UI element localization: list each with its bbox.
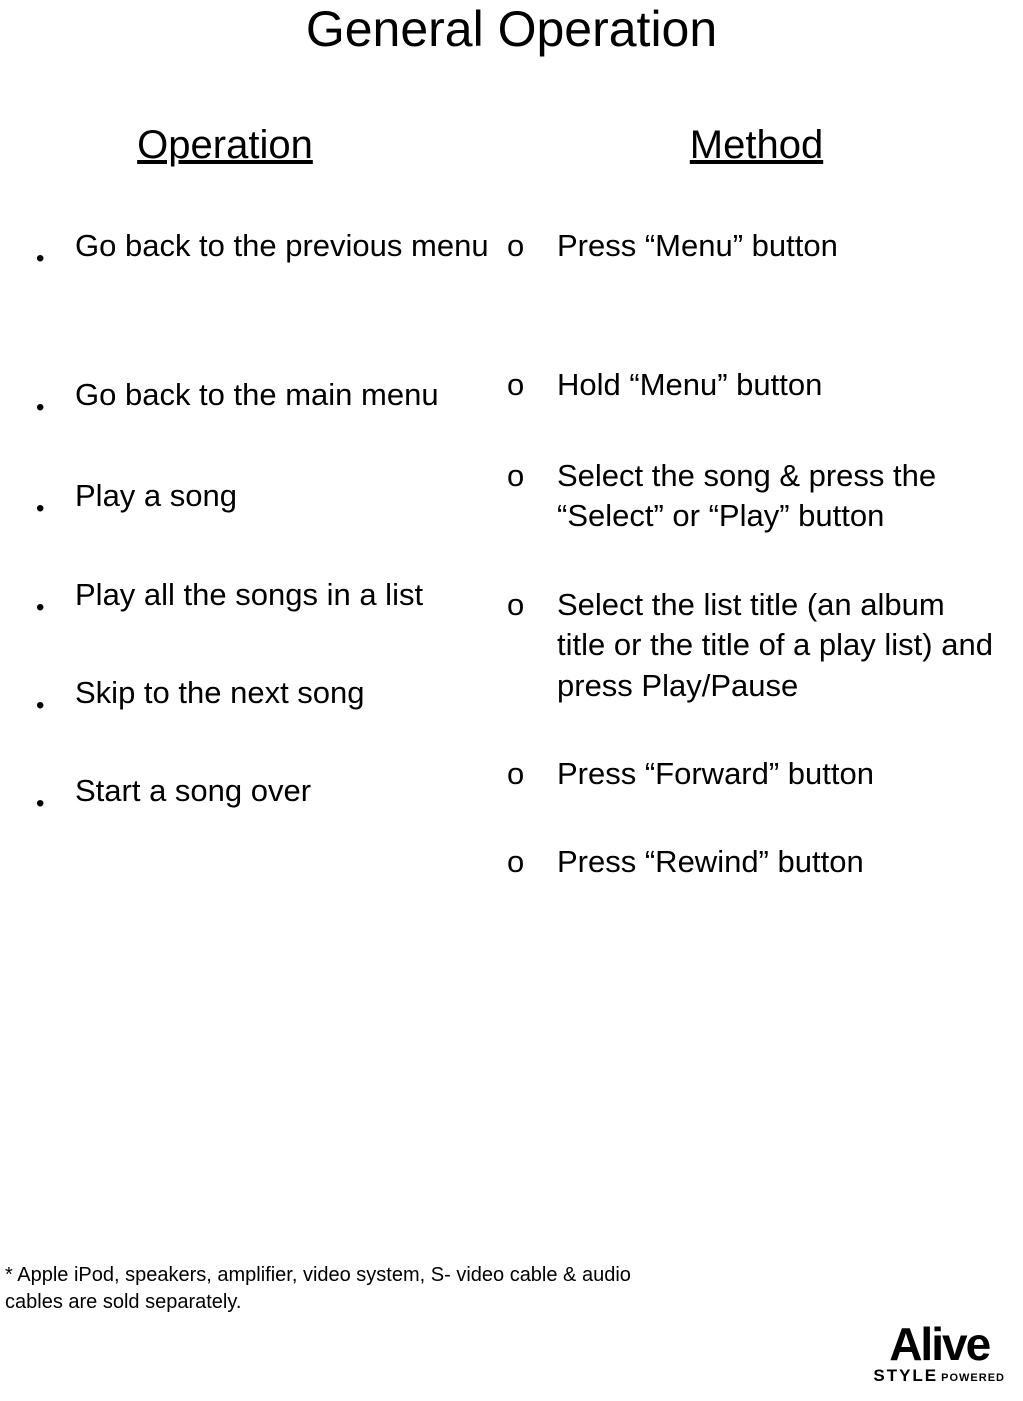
bullet-icon [30,375,75,425]
operation-text: Skip to the next song [75,673,505,713]
logo-powered-text: POWERED [941,1372,1005,1384]
operation-text: Play all the songs in a list [75,575,505,615]
bullet-icon [30,476,75,526]
method-column: Method o Press “Menu” button o Hold “Men… [505,123,1008,883]
operation-heading: Operation [25,123,505,168]
bullet-icon [30,673,75,723]
circle-bullet-icon: o [505,456,557,496]
circle-bullet-icon: o [505,365,557,405]
alive-logo: Alive STYLEPOWERED [873,1325,1005,1386]
list-item: Go back to the main menu [25,375,505,425]
logo-line1: Alive [873,1325,1005,1364]
operation-text: Start a song over [75,771,505,811]
method-text: Select the list title (an album title or… [557,585,1008,706]
list-item: Skip to the next song [25,673,505,723]
list-item: Go back to the previous menu [25,226,505,276]
list-item: o Press “Forward” button [505,754,1008,794]
method-text: Press “Rewind” button [557,842,1008,882]
circle-bullet-icon: o [505,754,557,794]
method-text: Press “Menu” button [557,226,1008,266]
method-heading: Method [505,123,1008,168]
circle-bullet-icon: o [505,226,557,266]
list-item: o Press “Menu” button [505,226,1008,266]
operation-column: Operation Go back to the previous menu G… [25,123,505,883]
page-title: General Operation [0,0,1023,58]
list-item: Start a song over [25,771,505,821]
method-text: Press “Forward” button [557,754,1008,794]
method-text: Hold “Menu” button [557,365,1008,405]
operation-text: Go back to the main menu [75,375,505,415]
circle-bullet-icon: o [505,585,557,625]
operation-text: Go back to the previous menu [75,226,505,266]
list-item: Play all the songs in a list [25,575,505,625]
bullet-icon [30,771,75,821]
bullet-icon [30,575,75,625]
content-columns: Operation Go back to the previous menu G… [0,123,1023,883]
list-item: Play a song [25,476,505,526]
logo-style-text: STYLE [873,1366,938,1385]
method-text: Select the song & press the “Select” or … [557,456,1008,537]
bullet-icon [30,226,75,276]
logo-line2: STYLEPOWERED [873,1366,1005,1386]
operation-text: Play a song [75,476,505,516]
list-item: o Select the song & press the “Select” o… [505,456,1008,537]
list-item: o Hold “Menu” button [505,365,1008,405]
circle-bullet-icon: o [505,842,557,882]
footnote: * Apple iPod, speakers, amplifier, video… [5,1262,645,1316]
list-item: o Select the list title (an album title … [505,585,1008,706]
list-item: o Press “Rewind” button [505,842,1008,882]
